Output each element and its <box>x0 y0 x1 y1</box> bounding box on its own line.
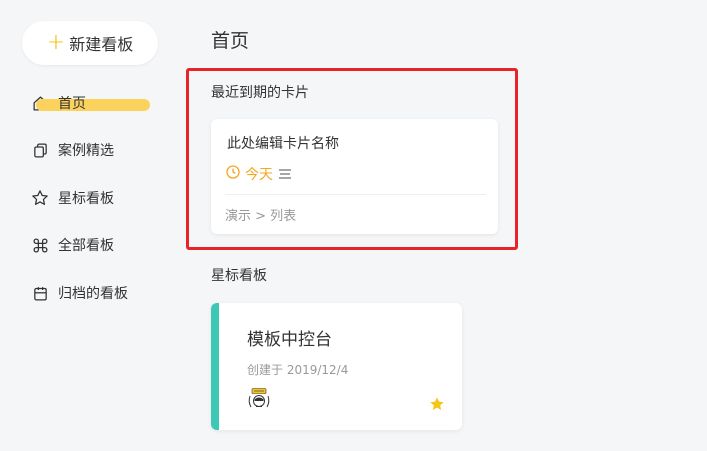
avatar <box>247 387 271 411</box>
starred-section-title: 星标看板 <box>211 268 267 284</box>
archive-icon <box>30 283 50 303</box>
page-title: 首页 <box>211 30 250 52</box>
board-color-stripe <box>211 303 219 430</box>
command-icon <box>30 235 50 255</box>
plus-icon: + <box>46 30 66 55</box>
sidebar-item-label: 归档的看板 <box>58 286 128 302</box>
new-board-button[interactable]: + 新建看板 <box>22 21 158 65</box>
sidebar-item-label: 首页 <box>58 96 86 112</box>
star-outline-icon <box>30 188 50 208</box>
new-board-label: 新建看板 <box>69 35 134 54</box>
sidebar-item-starred[interactable]: 星标看板 <box>30 185 180 211</box>
board-name: 模板中控台 <box>247 330 332 350</box>
star-icon[interactable] <box>429 396 445 412</box>
copy-icon <box>30 140 50 160</box>
sidebar-item-label: 案例精选 <box>58 143 114 159</box>
sidebar-item-home[interactable]: 首页 <box>30 90 180 116</box>
board-created-date: 创建于 2019/12/4 <box>247 363 349 377</box>
sidebar-item-all[interactable]: 全部看板 <box>30 232 180 258</box>
sidebar-item-featured[interactable]: 案例精选 <box>30 137 180 163</box>
highlight-frame <box>186 68 518 250</box>
sidebar-item-label: 全部看板 <box>58 238 114 254</box>
active-highlight <box>36 99 150 111</box>
sidebar-item-archived[interactable]: 归档的看板 <box>30 280 180 306</box>
sidebar-item-label: 星标看板 <box>58 191 114 207</box>
board-card[interactable]: 模板中控台 创建于 2019/12/4 <box>211 303 462 430</box>
